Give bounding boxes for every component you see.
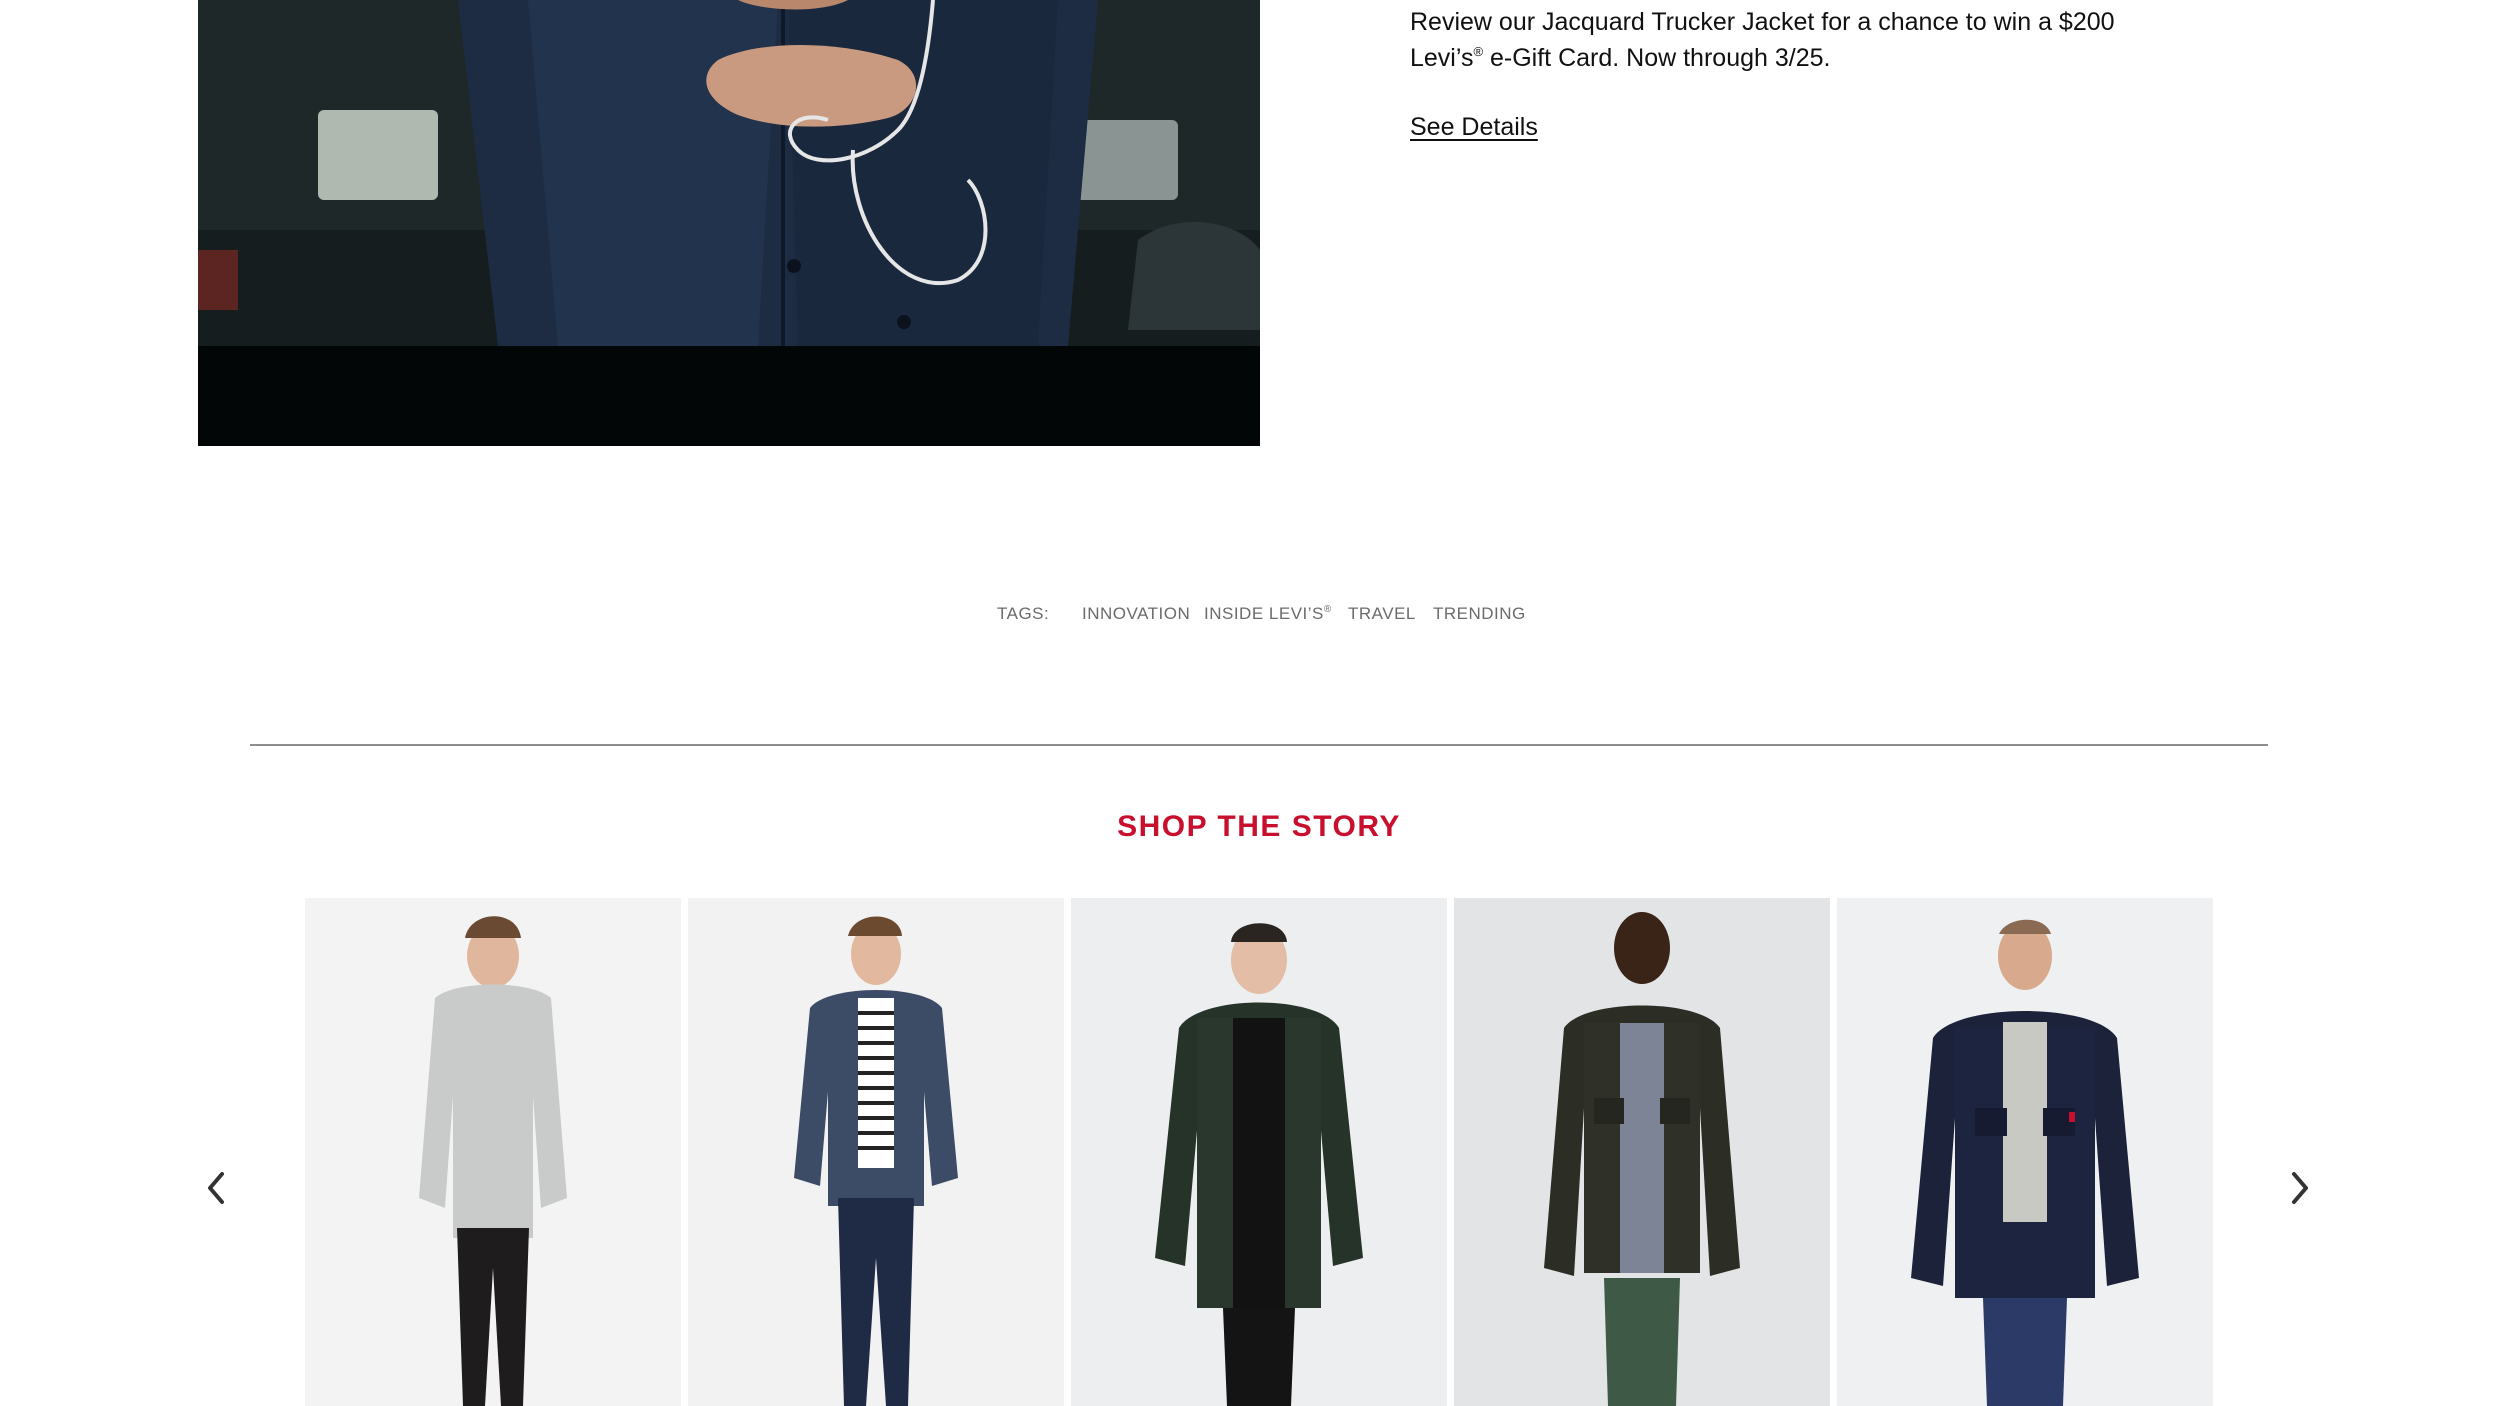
tag-inside-levis[interactable]: INSIDE LEVI’S® xyxy=(1204,604,1332,624)
see-details-link[interactable]: See Details xyxy=(1410,113,1538,142)
video-frame xyxy=(198,0,1260,346)
product-image xyxy=(688,898,1064,1406)
product-carousel xyxy=(0,898,2500,1406)
product-image xyxy=(305,898,681,1406)
product-image xyxy=(1454,898,1830,1406)
carousel-next-button[interactable] xyxy=(2280,1158,2320,1218)
product-card[interactable] xyxy=(305,898,681,1406)
chevron-left-icon xyxy=(208,1172,224,1204)
tag-trending[interactable]: TRENDING xyxy=(1433,604,1526,624)
promo-text: Review our Jacquard Trucker Jacket for a… xyxy=(1410,4,2130,76)
product-image xyxy=(1837,898,2213,1406)
tag-innovation[interactable]: INNOVATION xyxy=(1082,604,1190,624)
product-card[interactable] xyxy=(1837,898,2213,1406)
tags-label: TAGS: xyxy=(997,604,1050,623)
chevron-right-icon xyxy=(2292,1172,2308,1204)
promo-line-2: Levi’s® e-Gift Card. Now through 3/25. xyxy=(1410,44,1831,72)
product-card[interactable] xyxy=(1071,898,1447,1406)
shop-the-story-heading: SHOP THE STORY xyxy=(1117,810,1401,843)
product-image xyxy=(1071,898,1447,1406)
promo-line-1: Review our Jacquard Trucker Jacket for a… xyxy=(1410,8,2115,36)
tags-row: TAGS: INNOVATION INSIDE LEVI’S® TRAVEL T… xyxy=(0,604,2500,634)
product-card[interactable] xyxy=(688,898,1064,1406)
video-player[interactable] xyxy=(198,0,1260,446)
tag-travel[interactable]: TRAVEL xyxy=(1348,604,1416,624)
product-card[interactable] xyxy=(1454,898,1830,1406)
section-divider xyxy=(250,744,2268,746)
carousel-prev-button[interactable] xyxy=(196,1158,236,1218)
